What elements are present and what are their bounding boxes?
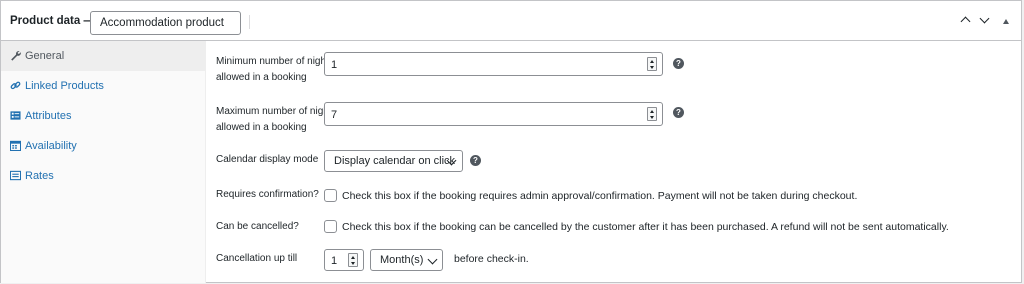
- calendar-mode-value: Display calendar on click: [334, 155, 456, 167]
- tab-attributes-label: Attributes: [25, 110, 72, 122]
- max-nights-input[interactable]: 7: [324, 102, 663, 126]
- move-up-button[interactable]: [958, 13, 974, 29]
- collapse-toggle-icon[interactable]: [1003, 19, 1009, 24]
- tab-linked-products-label: Linked Products: [25, 80, 104, 92]
- cancellation-amount-input[interactable]: 1: [324, 249, 364, 271]
- chevron-down-icon: [427, 254, 438, 265]
- requires-confirmation-label: Requires confirmation?: [216, 189, 319, 200]
- cancellation-label: Cancellation up till: [216, 253, 298, 264]
- can-cancel-checkbox[interactable]: [324, 220, 337, 233]
- chevron-down-icon: [979, 13, 990, 24]
- can-cancel-description: Check this box if the booking can be can…: [342, 221, 949, 233]
- min-nights-label-line2: allowed in a booking: [216, 72, 307, 83]
- requires-confirmation-checkbox[interactable]: [324, 189, 337, 202]
- move-down-button[interactable]: [977, 13, 993, 29]
- product-type-value: Accommodation product: [100, 17, 225, 29]
- tab-availability-label: Availability: [25, 140, 77, 152]
- min-nights-value: 1: [331, 59, 338, 71]
- tab-availability[interactable]: Availability: [1, 131, 206, 161]
- min-nights-stepper[interactable]: [647, 57, 657, 71]
- chevron-up-icon: [960, 16, 971, 27]
- list-icon: [10, 111, 21, 120]
- tab-attributes[interactable]: Attributes: [1, 101, 206, 131]
- tab-general[interactable]: General: [1, 41, 206, 71]
- max-nights-value: 7: [331, 109, 338, 121]
- cancellation-unit-select[interactable]: Month(s): [370, 249, 443, 271]
- tab-rates[interactable]: Rates: [1, 161, 206, 191]
- product-type-select[interactable]: Accommodation product: [90, 11, 241, 35]
- max-nights-label-line2: allowed in a booking: [216, 122, 307, 133]
- can-cancel-label: Can be cancelled?: [216, 221, 299, 232]
- min-nights-input[interactable]: 1: [324, 52, 663, 76]
- requires-confirmation-description: Check this box if the booking requires a…: [342, 190, 858, 202]
- calendar-mode-select[interactable]: Display calendar on click: [324, 150, 463, 172]
- wrench-icon: [11, 50, 21, 61]
- cancellation-suffix: before check-in.: [454, 253, 529, 265]
- tab-linked-products[interactable]: Linked Products: [1, 71, 206, 101]
- rates-icon: [10, 170, 21, 181]
- help-icon[interactable]: ?: [673, 58, 684, 69]
- panel-title: Product data —: [10, 15, 95, 27]
- min-nights-label: Minimum number of nights allowed in a bo…: [216, 54, 334, 86]
- max-nights-label: Maximum number of nights allowed in a bo…: [216, 104, 337, 136]
- max-nights-stepper[interactable]: [647, 107, 657, 121]
- cancellation-unit-value: Month(s): [380, 254, 424, 266]
- product-data-tabs: General Linked Products Attributes Avail…: [1, 41, 206, 283]
- tab-rates-label: Rates: [25, 170, 54, 182]
- calendar-icon: [10, 140, 21, 151]
- max-nights-label-line1: Maximum number of nights: [216, 106, 337, 117]
- header-divider: [249, 15, 250, 29]
- panel-header: Product data — Accommodation product: [1, 1, 1021, 41]
- cancellation-amount-stepper[interactable]: [348, 253, 358, 267]
- min-nights-label-line1: Minimum number of nights: [216, 56, 334, 67]
- link-icon: [10, 81, 21, 90]
- tab-general-label: General: [25, 50, 65, 62]
- product-data-panel: Product data — Accommodation product Gen…: [0, 0, 1022, 283]
- help-icon[interactable]: ?: [470, 155, 481, 166]
- help-icon[interactable]: ?: [673, 107, 684, 118]
- calendar-mode-label: Calendar display mode: [216, 154, 319, 165]
- cancellation-amount-value: 1: [331, 255, 338, 267]
